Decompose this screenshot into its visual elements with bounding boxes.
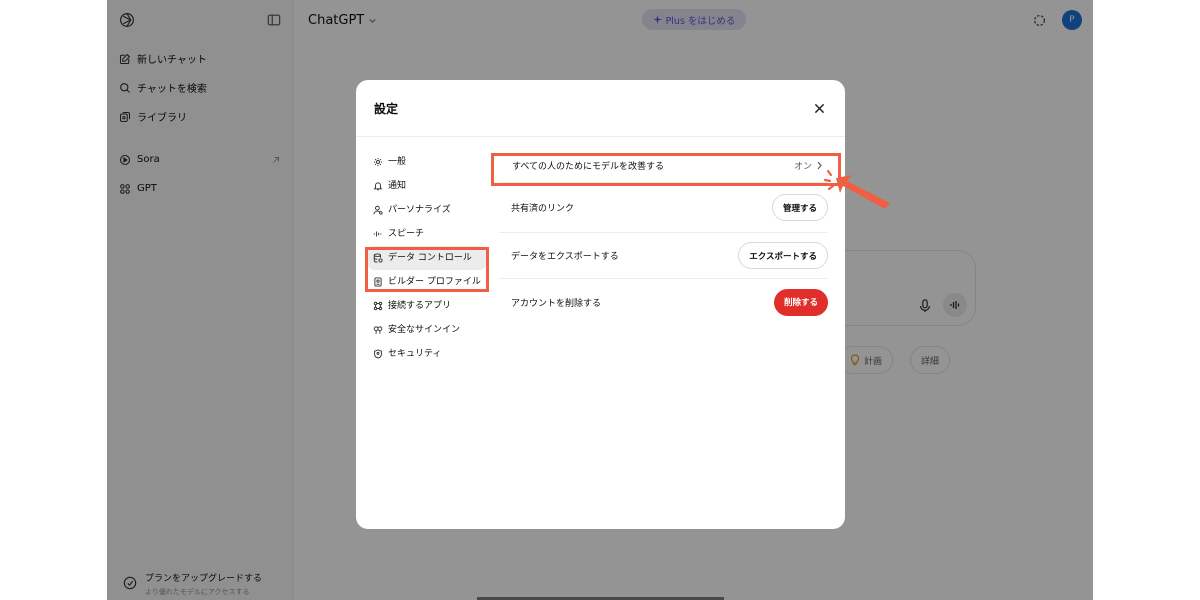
tab-label: 一般 (388, 157, 407, 167)
bell-icon (373, 182, 383, 191)
settings-header: 設定 (356, 80, 845, 137)
row-delete-account: アカウントを削除する 削除する (499, 279, 828, 325)
tab-personalize[interactable]: パーソナライズ (368, 198, 486, 222)
tab-label: 通知 (388, 181, 407, 191)
export-button[interactable]: エクスポートする (738, 242, 828, 269)
key-icon (373, 326, 383, 334)
tab-general[interactable]: 一般 (368, 150, 486, 174)
tab-label: 安全なサインイン (388, 325, 461, 335)
person-icon (373, 205, 383, 215)
gear-icon (373, 157, 383, 167)
shield-icon (374, 349, 382, 359)
tab-notifications[interactable]: 通知 (368, 174, 486, 198)
close-icon[interactable] (814, 103, 825, 114)
settings-title: 設定 (374, 101, 399, 116)
delete-account-button[interactable]: 削除する (773, 288, 828, 316)
tab-label: セキュリティ (388, 349, 442, 359)
tab-label: スピーチ (388, 229, 425, 239)
waveform-icon (373, 231, 382, 237)
row-export-data: データをエクスポートする エクスポートする (499, 233, 828, 279)
row-label: アカウントを削除する (511, 298, 602, 309)
settings-dialog: 設定 一般 通知 パーソナライズ スピーチ データ コントロール ビルダー プロ… (356, 80, 845, 529)
row-shared-links: 共有済のリンク 管理する (499, 183, 828, 233)
highlight-improve-model (491, 153, 841, 186)
tab-speech[interactable]: スピーチ (368, 222, 486, 246)
tab-connected-apps[interactable]: 接続するアプリ (368, 294, 486, 318)
tab-secure-signin[interactable]: 安全なサインイン (368, 318, 486, 342)
row-label: 共有済のリンク (511, 204, 575, 214)
tab-security[interactable]: セキュリティ (368, 342, 486, 366)
tab-label: 接続するアプリ (388, 301, 452, 311)
tab-label: パーソナライズ (388, 205, 451, 215)
highlight-data-controls (365, 247, 489, 292)
pointer-arrow-icon (823, 169, 890, 209)
row-label: データをエクスポートする (511, 252, 619, 262)
apps-icon (373, 301, 383, 311)
